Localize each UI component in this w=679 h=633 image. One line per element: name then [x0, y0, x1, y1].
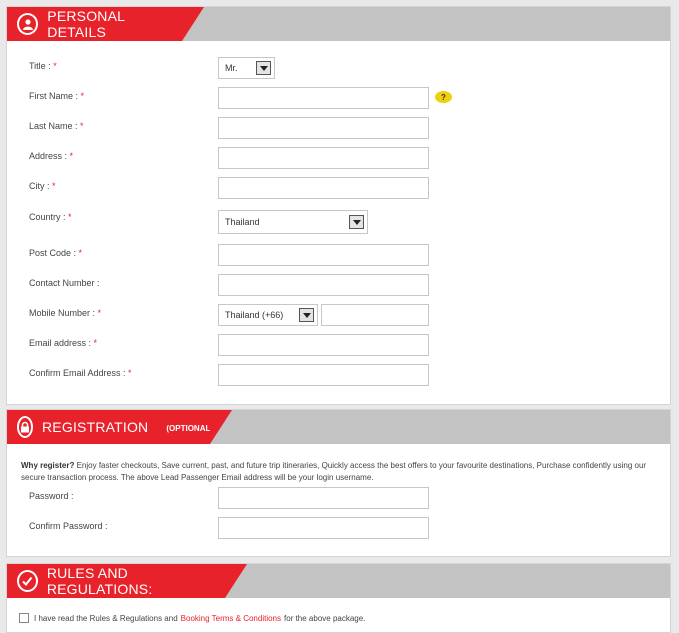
agree-checkbox[interactable]: [19, 613, 29, 623]
confirm-password-row: Confirm Password :: [7, 517, 670, 541]
address-row: Address : *: [7, 147, 670, 171]
post-code-input[interactable]: [218, 244, 429, 266]
optional-label: (OPTIONAL): [166, 423, 214, 433]
personal-details-section: PERSONAL DETAILS Title : * Mr. First Nam…: [6, 6, 671, 405]
confirm-email-label: Confirm Email Address : *: [29, 368, 132, 378]
country-select-value: Thailand: [225, 217, 260, 227]
title-select[interactable]: Mr.: [218, 57, 275, 79]
city-label: City : *: [29, 181, 56, 191]
agree-prefix: I have read the Rules & Regulations and: [34, 613, 178, 623]
first-name-row: First Name : * ?: [7, 87, 670, 111]
first-name-label: First Name : *: [29, 91, 85, 101]
registration-title: REGISTRATION: [42, 419, 149, 435]
checkmark-icon: [17, 570, 38, 592]
email-row: Email address : *: [7, 334, 670, 358]
city-row: City : *: [7, 177, 670, 201]
rules-section: RULES AND REGULATIONS: I have read the R…: [6, 563, 671, 633]
title-label: Title : *: [29, 61, 57, 71]
address-input[interactable]: [218, 147, 429, 169]
booking-terms-link[interactable]: Booking Terms & Conditions: [181, 614, 281, 623]
first-name-input[interactable]: [218, 87, 429, 109]
why-register-text: Why register? Enjoy faster checkouts, Sa…: [21, 460, 651, 484]
email-input[interactable]: [218, 334, 429, 356]
chevron-down-icon[interactable]: [299, 308, 314, 322]
title-select-value: Mr.: [225, 63, 238, 73]
mobile-number-label: Mobile Number : *: [29, 308, 102, 318]
last-name-label: Last Name : *: [29, 121, 84, 131]
country-label: Country : *: [29, 212, 72, 222]
country-code-select[interactable]: Thailand (+66): [218, 304, 318, 326]
address-label: Address : *: [29, 151, 74, 161]
confirm-password-input[interactable]: [218, 517, 429, 539]
confirm-email-row: Confirm Email Address : *: [7, 364, 670, 388]
mobile-number-input[interactable]: [321, 304, 429, 326]
why-register-body: Enjoy faster checkouts, Save current, pa…: [21, 461, 647, 482]
chevron-down-icon[interactable]: [256, 61, 271, 75]
agree-suffix: for the above package.: [284, 613, 366, 623]
why-register-title: Why register?: [21, 461, 75, 470]
registration-header: REGISTRATION (OPTIONAL): [7, 410, 670, 444]
personal-details-header: PERSONAL DETAILS: [7, 7, 670, 41]
help-icon[interactable]: ?: [435, 91, 452, 103]
contact-number-label: Contact Number :: [29, 278, 100, 288]
last-name-row: Last Name : *: [7, 117, 670, 141]
country-code-value: Thailand (+66): [225, 310, 284, 320]
post-code-label: Post Code : *: [29, 248, 83, 258]
agree-row: I have read the Rules & Regulations and …: [19, 613, 365, 623]
personal-details-title: PERSONAL DETAILS: [47, 8, 125, 40]
user-icon: [17, 13, 39, 35]
country-select[interactable]: Thailand: [218, 210, 368, 234]
country-row: Country : * Thailand: [7, 210, 670, 234]
email-label: Email address : *: [29, 338, 98, 348]
contact-number-input[interactable]: [218, 274, 429, 296]
chevron-down-icon[interactable]: [349, 215, 364, 229]
password-label: Password :: [29, 491, 74, 501]
password-input[interactable]: [218, 487, 429, 509]
password-row: Password :: [7, 487, 670, 511]
city-input[interactable]: [218, 177, 429, 199]
rules-header: RULES AND REGULATIONS:: [7, 564, 670, 598]
mobile-number-row: Mobile Number : * Thailand (+66): [7, 304, 670, 328]
confirm-email-input[interactable]: [218, 364, 429, 386]
title-row: Title : * Mr.: [7, 57, 670, 81]
confirm-password-label: Confirm Password :: [29, 521, 108, 531]
last-name-input[interactable]: [218, 117, 429, 139]
registration-section: REGISTRATION (OPTIONAL) Why register? En…: [6, 409, 671, 557]
rules-title: RULES AND REGULATIONS:: [46, 565, 153, 597]
lock-icon: [17, 416, 33, 438]
contact-number-row: Contact Number :: [7, 274, 670, 298]
post-code-row: Post Code : *: [7, 244, 670, 268]
